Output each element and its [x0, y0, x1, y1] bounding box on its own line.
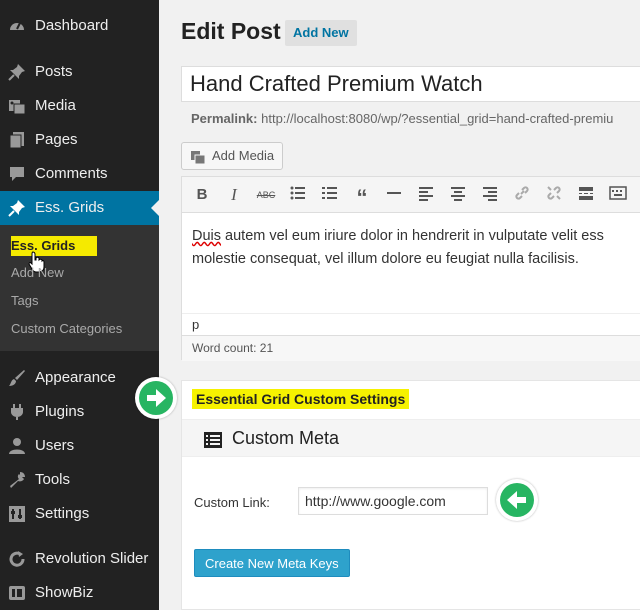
- menu-label: Media: [35, 97, 76, 114]
- permalink-label: Permalink:: [191, 111, 258, 126]
- dashboard-icon: [8, 17, 26, 35]
- list-icon: [204, 432, 222, 448]
- menu-label: Comments: [35, 165, 108, 182]
- menu-label: Tools: [35, 471, 71, 488]
- content-line-2: molestie consequat, vel illum dolore eu …: [192, 251, 579, 267]
- post-editor: B I ABC “ Duis autem vel eum iriure dolo…: [181, 176, 640, 361]
- read-more-icon[interactable]: [576, 185, 596, 205]
- arrow-right-icon: [135, 377, 177, 419]
- custom-link-input[interactable]: http://www.google.com: [298, 487, 488, 515]
- media-icon: [190, 148, 206, 165]
- menu-tools[interactable]: Tools: [0, 463, 159, 497]
- menu-label: Dashboard: [35, 17, 109, 34]
- showbiz-icon: [8, 584, 26, 602]
- misspelled-word: Duis: [192, 228, 222, 244]
- menu-label: Appearance: [35, 369, 116, 386]
- users-icon: [8, 437, 26, 455]
- refresh-icon: [8, 550, 26, 568]
- menu-label: Posts: [35, 63, 73, 80]
- brush-icon: [8, 369, 26, 387]
- submenu-ess-grids[interactable]: Ess. Grids: [11, 236, 98, 256]
- pin-icon: [8, 63, 26, 81]
- menu-label: ShowBiz: [35, 584, 94, 601]
- comments-icon: [8, 165, 26, 183]
- media-icon: [8, 97, 26, 115]
- menu-label: Plugins: [35, 403, 85, 420]
- pages-icon: [8, 131, 26, 149]
- permalink-url[interactable]: http://localhost:8080/wp/?essential_grid…: [261, 111, 613, 126]
- content-line-1: autem vel eum iriure dolor in hendrerit …: [221, 228, 604, 244]
- page-title: Edit Post: [181, 18, 281, 44]
- align-left-icon[interactable]: [416, 185, 436, 205]
- word-count: Word count: 21: [182, 335, 640, 361]
- metabox-title[interactable]: Essential Grid Custom Settings: [192, 389, 410, 409]
- menu-label: Revolution Slider: [35, 550, 149, 567]
- settings-icon: [8, 505, 26, 523]
- menu-users[interactable]: Users: [0, 429, 159, 463]
- menu-comments[interactable]: Comments: [0, 157, 159, 191]
- menu-appearance[interactable]: Appearance: [0, 361, 159, 395]
- menu-posts[interactable]: Posts: [0, 55, 159, 89]
- menu-label: Ess. Grids: [35, 199, 105, 216]
- add-new-button[interactable]: Add New: [285, 20, 357, 46]
- align-right-icon[interactable]: [480, 185, 500, 205]
- toolbar-toggle-icon[interactable]: [608, 185, 628, 205]
- element-path: p: [182, 313, 640, 335]
- plugin-icon: [8, 403, 26, 421]
- menu-settings[interactable]: Settings: [0, 497, 159, 531]
- italic-icon[interactable]: I: [224, 185, 244, 205]
- post-title-input[interactable]: Hand Crafted Premium Watch: [181, 66, 640, 102]
- horizontal-line-icon[interactable]: [384, 185, 404, 205]
- custom-meta-header: Custom Meta: [182, 419, 640, 457]
- menu-dashboard[interactable]: Dashboard: [0, 9, 159, 43]
- ess-grids-submenu: Ess. Grids Add New Tags Custom Categorie…: [0, 225, 159, 351]
- submenu-tags[interactable]: Tags: [11, 291, 38, 311]
- essential-grid-settings-box: Essential Grid Custom Settings Custom Me…: [181, 380, 640, 610]
- menu-media[interactable]: Media: [0, 89, 159, 123]
- bullet-list-icon[interactable]: [288, 185, 308, 205]
- menu-label: Users: [35, 437, 75, 454]
- permalink: Permalink: http://localhost:8080/wp/?ess…: [191, 111, 613, 126]
- numbered-list-icon[interactable]: [320, 185, 340, 205]
- strikethrough-icon[interactable]: ABC: [256, 185, 276, 205]
- custom-link-label: Custom Link:: [194, 495, 270, 510]
- align-center-icon[interactable]: [448, 185, 468, 205]
- submenu-custom-categories[interactable]: Custom Categories: [11, 319, 122, 339]
- menu-showbiz[interactable]: ShowBiz: [0, 576, 159, 610]
- blockquote-icon[interactable]: “: [352, 185, 372, 210]
- unlink-icon[interactable]: [544, 185, 564, 205]
- pin-icon: [8, 199, 26, 217]
- submenu-add-new[interactable]: Add New: [11, 263, 64, 283]
- link-icon[interactable]: [512, 185, 532, 205]
- create-meta-keys-button[interactable]: Create New Meta Keys: [194, 549, 350, 577]
- menu-label: Pages: [35, 131, 78, 148]
- menu-ess-grids[interactable]: Ess. Grids: [0, 191, 159, 225]
- main-content: Edit Post Add New Hand Crafted Premium W…: [135, 0, 640, 610]
- arrow-left-icon: [496, 479, 538, 521]
- editor-toolbar: B I ABC “: [182, 177, 640, 213]
- menu-revolution-slider[interactable]: Revolution Slider: [0, 542, 159, 576]
- add-media-label: Add Media: [212, 148, 275, 163]
- bold-icon[interactable]: B: [192, 185, 212, 205]
- menu-pages[interactable]: Pages: [0, 123, 159, 157]
- menu-label: Settings: [35, 505, 90, 522]
- admin-sidebar: Dashboard Posts Media Pages Comments Ess…: [0, 0, 159, 610]
- add-media-button[interactable]: Add Media: [181, 142, 284, 170]
- custom-meta-title: Custom Meta: [232, 428, 340, 448]
- editor-content[interactable]: Duis autem vel eum iriure dolor in hendr…: [192, 225, 604, 271]
- wrench-icon: [8, 471, 26, 489]
